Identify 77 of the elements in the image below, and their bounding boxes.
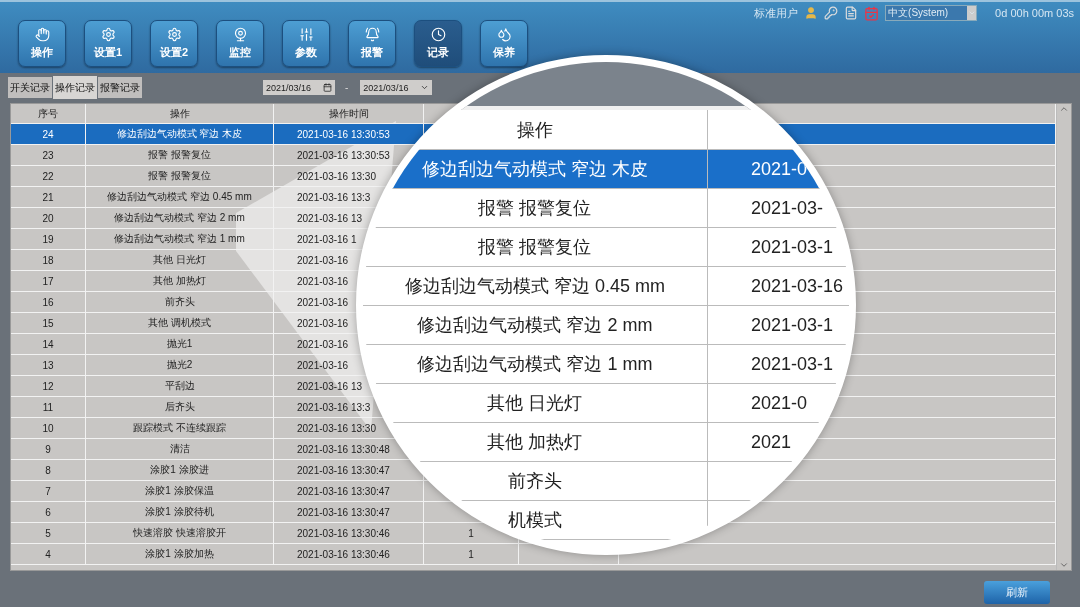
toolbar-button[interactable]: 设置1 — [84, 20, 132, 67]
table-cell: 涂胶1 涂胶保温 — [86, 481, 274, 502]
table-cell: 14 — [11, 334, 86, 355]
table-cell: 20 — [11, 208, 86, 229]
table-cell: 修边刮边气动模式 窄边 木皮 — [86, 124, 274, 145]
table-cell: 修边刮边气动模式 窄边 1 mm — [86, 229, 274, 250]
table-cell: 抛光2 — [86, 355, 274, 376]
language-select[interactable]: 中文(System) — [885, 5, 978, 21]
table-cell: 11 — [11, 397, 86, 418]
table-cell: 修边刮边气动模式 窄边 2 mm — [86, 208, 274, 229]
droplets-icon — [496, 27, 512, 42]
table-cell: 涂胶1 涂胶加热 — [86, 544, 274, 565]
document-icon[interactable] — [844, 6, 859, 20]
table-cell: 平刮边 — [86, 376, 274, 397]
toolbar-button[interactable]: 记录 — [414, 20, 462, 67]
toolbar-button[interactable]: 报警 — [348, 20, 396, 67]
toolbar-button[interactable]: 保养 — [480, 20, 528, 67]
table-cell: 13 — [11, 355, 86, 376]
date-separator: - — [345, 82, 349, 93]
clock-icon — [430, 27, 446, 42]
table-cell: 5 — [11, 523, 86, 544]
table-cell: 18 — [11, 250, 86, 271]
uptime-label: 0d 00h 00m 03s — [995, 7, 1074, 19]
table-cell: 前齐头 — [86, 292, 274, 313]
caret-icon — [967, 9, 976, 17]
table-cell: 清洁 — [86, 439, 274, 460]
user-label: 标准用户 — [754, 5, 799, 21]
table-cell: 21 — [11, 187, 86, 208]
table-cell: 8 — [11, 460, 86, 481]
table-cell: 后齐头 — [86, 397, 274, 418]
camera-icon — [232, 27, 248, 42]
calendar-icon — [323, 83, 332, 92]
tab[interactable]: 报警记录 — [98, 77, 142, 98]
table-cell: 抛光1 — [86, 334, 274, 355]
table-cell: 涂胶1 涂胶待机 — [86, 502, 274, 523]
date-field[interactable]: 2021/03/16 — [263, 80, 335, 95]
gear-icon — [100, 27, 116, 42]
table-cell: 15 — [11, 313, 86, 334]
sliders-icon — [298, 27, 314, 42]
table-cell: 其他 调机模式 — [86, 313, 274, 334]
caret-icon — [420, 83, 430, 92]
tab[interactable]: 操作记录 — [53, 76, 97, 99]
scroll-up-icon[interactable] — [1059, 104, 1069, 114]
table-cell: 23 — [11, 145, 86, 166]
table-cell: 其他 日光灯 — [86, 250, 274, 271]
refresh-button[interactable]: 刷新 — [984, 580, 1050, 604]
toolbar-button[interactable]: 监控 — [216, 20, 264, 67]
hand-icon — [34, 27, 50, 42]
table-cell: 报警 报警复位 — [86, 166, 274, 187]
table-cell: 16 — [11, 292, 86, 313]
table-cell: 报警 报警复位 — [86, 145, 274, 166]
calendar-icon[interactable] — [864, 5, 880, 21]
table-cell: 修边刮边气动模式 窄边 0.45 mm — [86, 187, 274, 208]
scroll-down-icon[interactable] — [1059, 560, 1069, 570]
table-cell: 其他 加热灯 — [86, 271, 274, 292]
table-cell: 4 — [11, 544, 86, 565]
table-cell: 快速溶胶 快速溶胶开 — [86, 523, 274, 544]
gear-icon — [166, 27, 182, 42]
toolbar-button[interactable]: 设置2 — [150, 20, 198, 67]
table-cell: 9 — [11, 439, 86, 460]
table-cell: 12 — [11, 376, 86, 397]
date-field[interactable]: 2021/03/16 — [360, 80, 433, 95]
toolbar-button[interactable]: 参数 — [282, 20, 330, 67]
table-cell: 跟踪模式 不连续跟踪 — [86, 418, 274, 439]
user-icon[interactable] — [804, 6, 819, 20]
table-cell: 22 — [11, 166, 86, 187]
table-cell: 涂胶1 涂胶进 — [86, 460, 274, 481]
table-cell: 6 — [11, 502, 86, 523]
toolbar-button[interactable]: 操作 — [18, 20, 66, 67]
bell-icon — [364, 27, 380, 42]
tab[interactable]: 开关记录 — [8, 77, 52, 98]
table-cell: 19 — [11, 229, 86, 250]
key-icon[interactable] — [824, 6, 839, 20]
table-cell: 10 — [11, 418, 86, 439]
table-cell: 24 — [11, 124, 86, 145]
table-cell: 7 — [11, 481, 86, 502]
table-cell: 17 — [11, 271, 86, 292]
